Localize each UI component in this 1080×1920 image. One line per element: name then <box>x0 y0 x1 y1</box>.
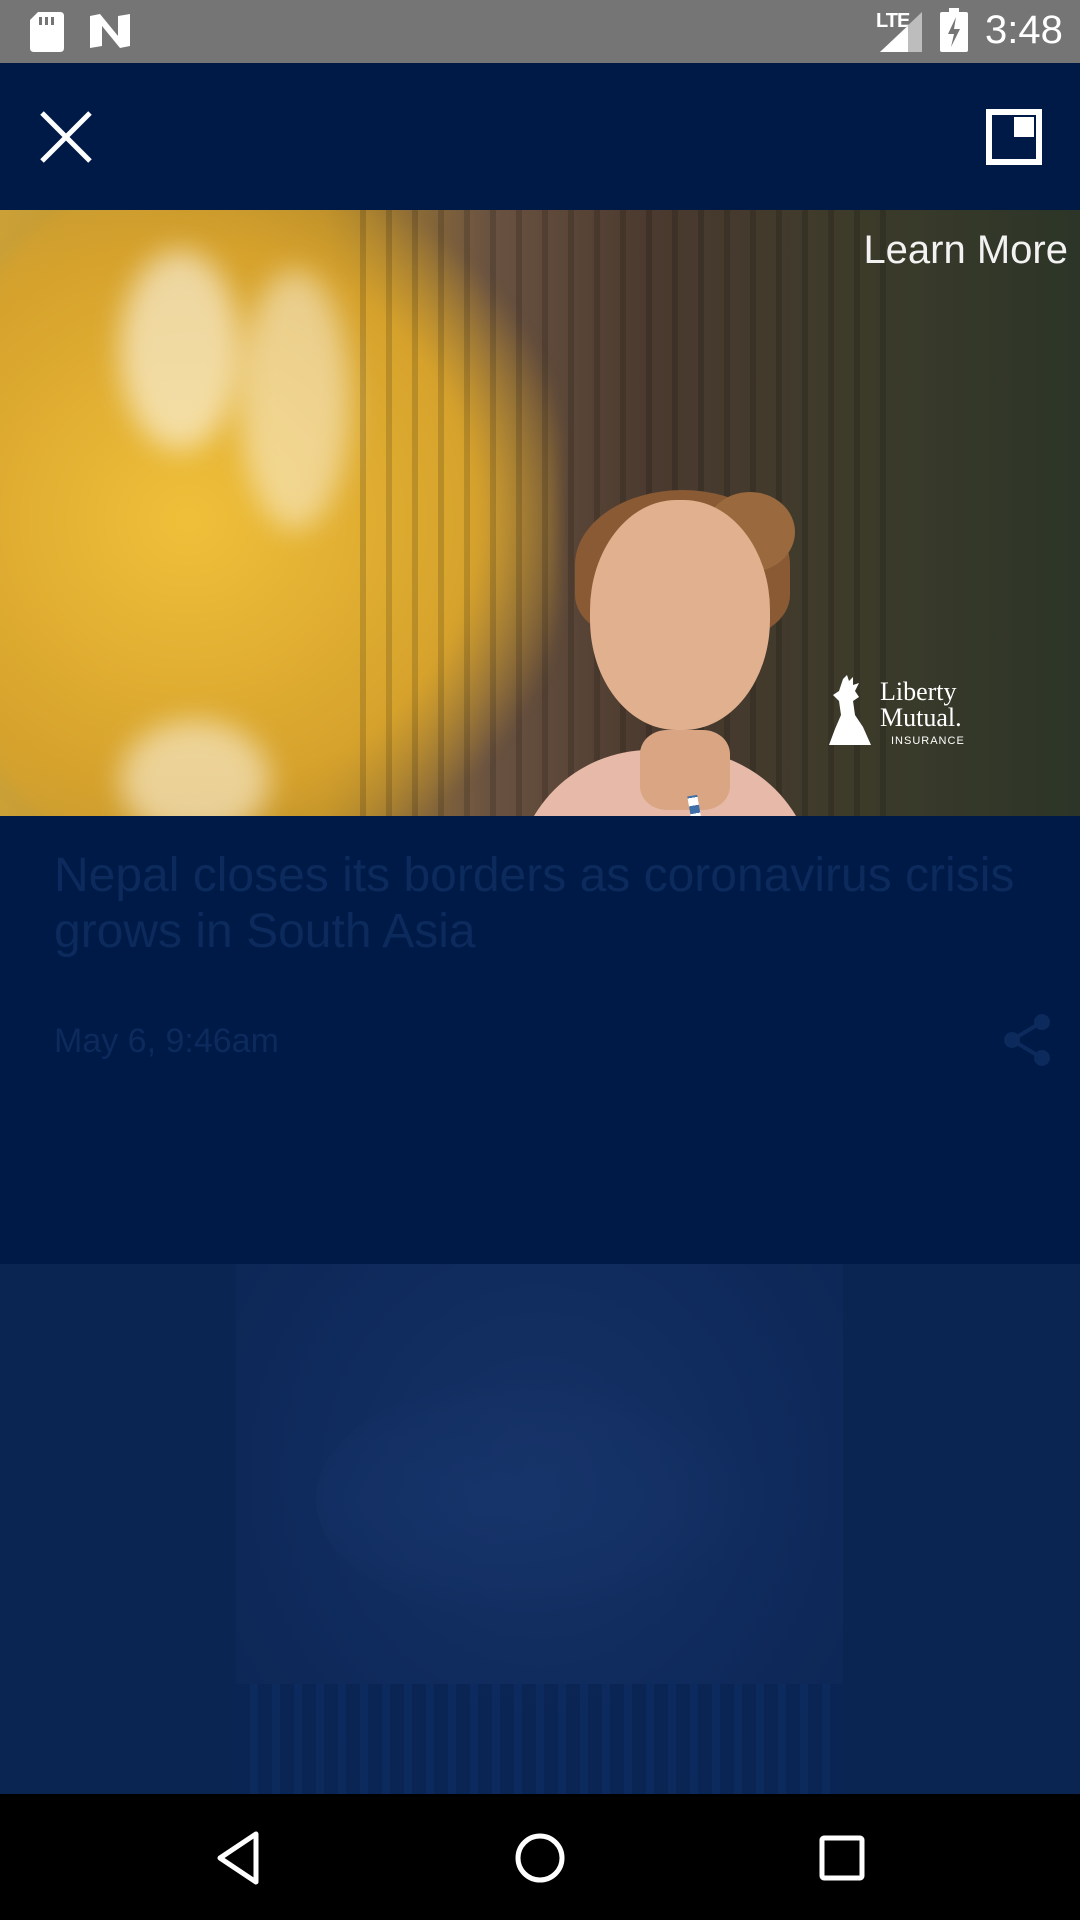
app-header <box>0 63 1080 210</box>
statue-of-liberty-icon <box>829 675 871 745</box>
video-ad[interactable]: Learn More Liberty Mutual. INSURANCE <box>0 210 1080 816</box>
sponsor-name-line2: Mutual. <box>880 703 962 732</box>
article-photo-sky <box>316 1374 776 1624</box>
n-notification-icon <box>90 14 130 48</box>
video-frame-detail <box>240 270 350 530</box>
battery-charging-icon <box>940 8 968 52</box>
article-date: May 6, 9:46am <box>54 1022 279 1060</box>
system-nav-bar <box>0 1794 1080 1920</box>
picture-in-picture-icon[interactable] <box>986 109 1042 165</box>
video-frame-person <box>590 500 770 730</box>
recents-square-icon[interactable] <box>812 1828 872 1888</box>
status-bar: LTE 3:48 <box>0 0 1080 63</box>
article: Nepal closes its borders as coronavirus … <box>0 816 1080 1264</box>
learn-more-link[interactable]: Learn More <box>863 228 1068 273</box>
back-triangle-icon[interactable] <box>210 1828 270 1888</box>
article-headline[interactable]: Nepal closes its borders as coronavirus … <box>54 848 1034 960</box>
article-photo[interactable] <box>236 1264 843 1794</box>
sponsor-name-line3: INSURANCE <box>891 735 965 747</box>
article-image-area <box>0 1264 1080 1794</box>
sponsor-logo: Liberty Mutual. INSURANCE <box>825 675 975 765</box>
signal-icon <box>880 12 922 52</box>
video-frame-detail <box>120 250 240 450</box>
video-frame-person <box>640 730 730 810</box>
clock: 3:48 <box>985 8 1063 52</box>
article-photo-building <box>236 1684 843 1794</box>
home-circle-icon[interactable] <box>510 1828 570 1888</box>
sd-card-icon <box>30 12 64 52</box>
share-icon[interactable] <box>998 1010 1058 1070</box>
close-icon[interactable] <box>36 107 96 167</box>
